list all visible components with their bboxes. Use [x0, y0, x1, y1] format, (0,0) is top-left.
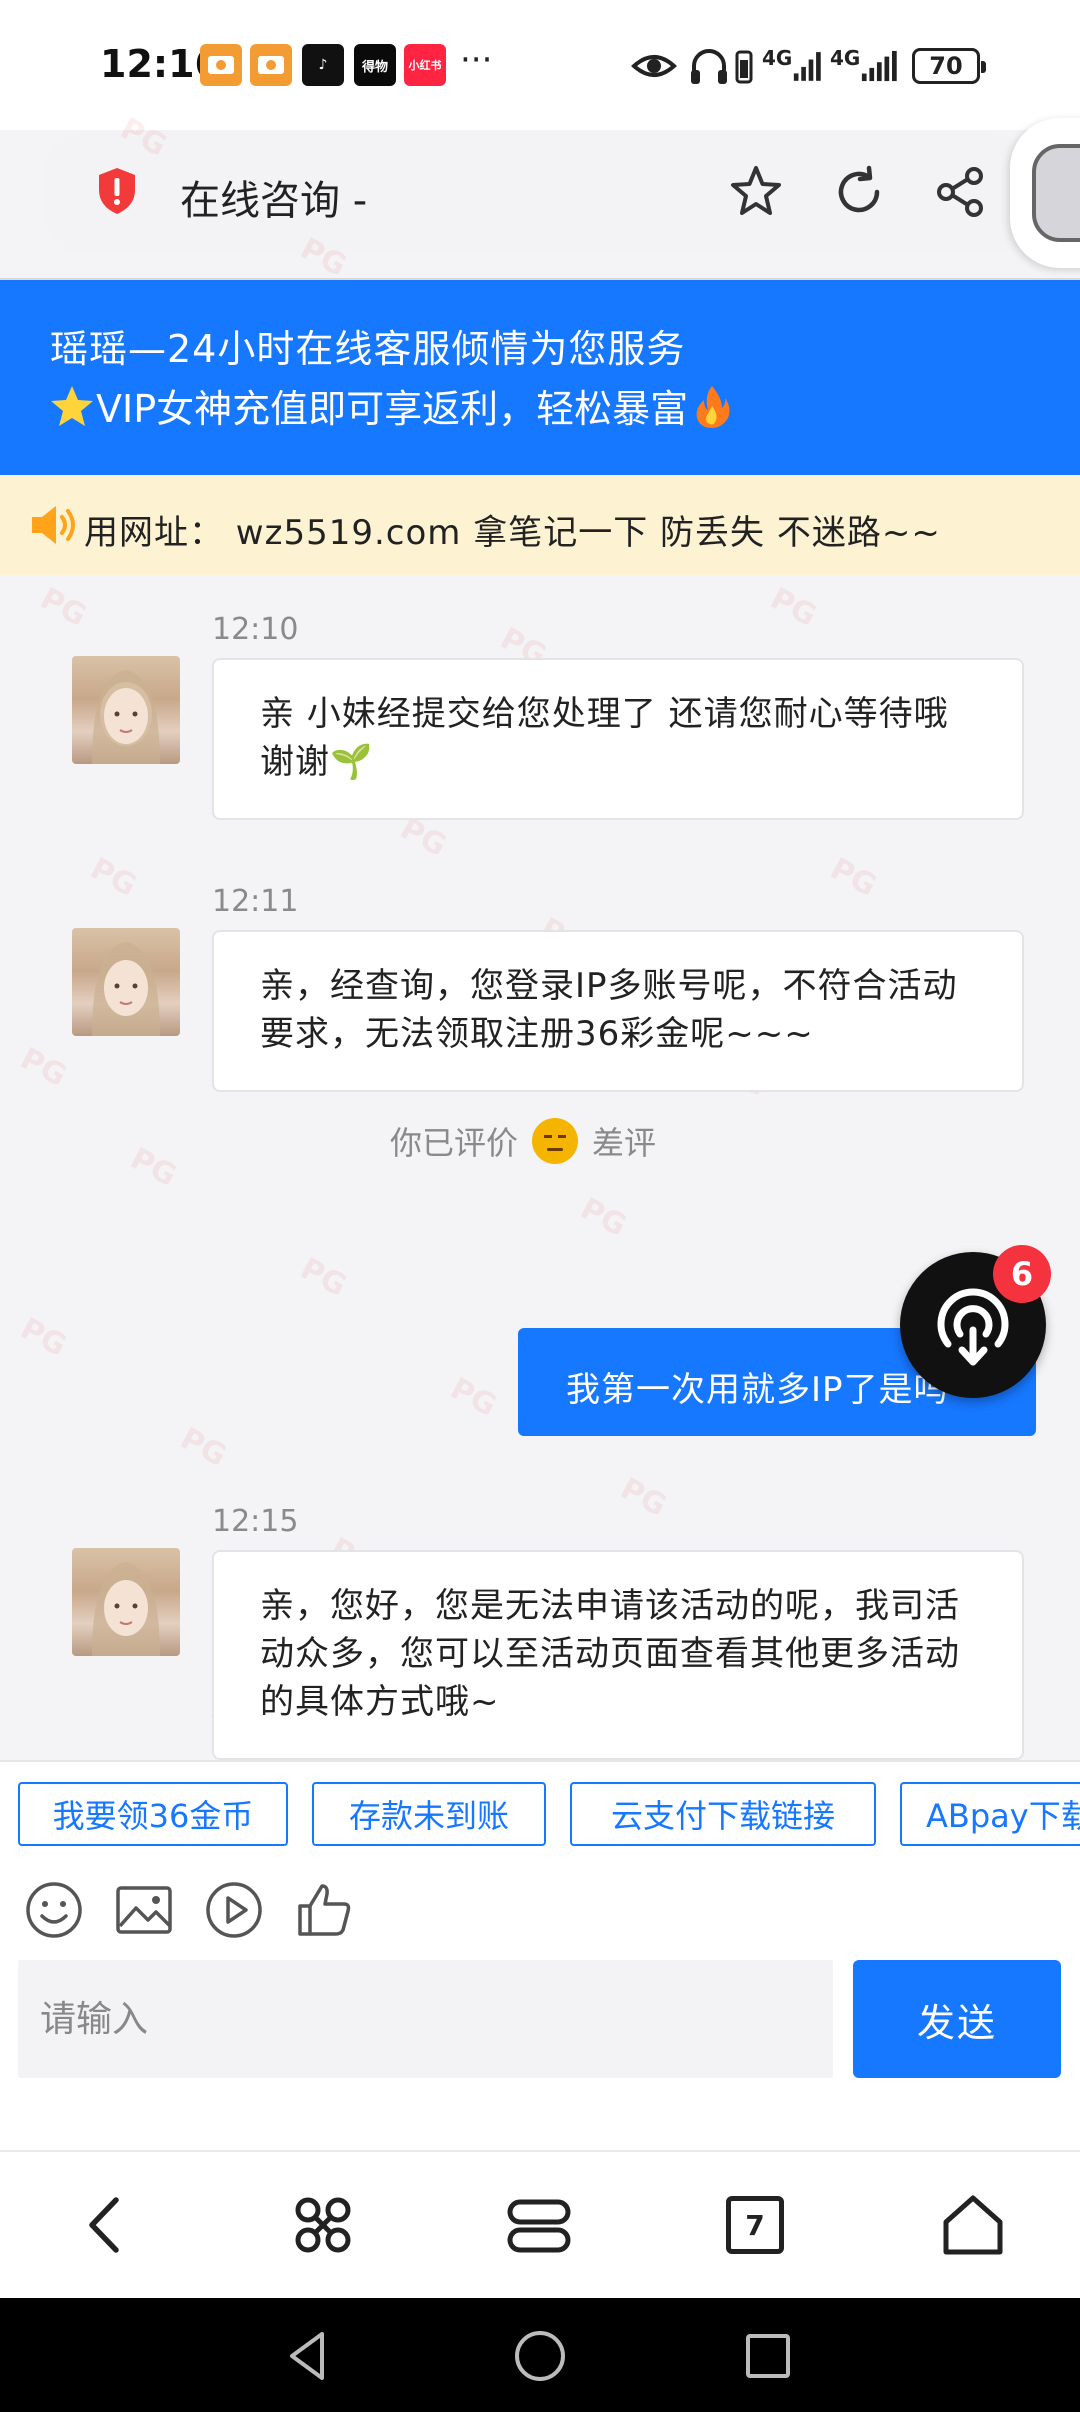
system-home-icon[interactable]: [510, 2326, 570, 2386]
watermark: PG: [444, 1371, 503, 1424]
unread-badge: 6: [993, 1245, 1051, 1303]
agent-message-bubble: 亲，您好，您是无法申请该活动的呢，我司活动众多，您可以至活动页面查看其他更多活动…: [212, 1550, 1024, 1760]
watermark: PG: [174, 1421, 233, 1474]
agent-avatar[interactable]: [72, 1548, 180, 1656]
rating-prefix: 你已评价: [390, 1124, 519, 1162]
rating-status: 你已评价 差评: [390, 1118, 656, 1164]
unhappy-face-icon: [532, 1118, 579, 1164]
watermark: PG: [824, 851, 883, 904]
banner-title: 瑶瑶—24小时在线客服倾情为您服务: [50, 327, 686, 371]
speaker-icon: [32, 506, 75, 544]
agent-message-bubble: 亲 小妹经提交给您处理了 还请您耐心等待哦谢谢🌱: [212, 658, 1024, 820]
watermark: PG: [34, 581, 93, 634]
watermark: PG: [764, 581, 823, 634]
notice-bar: 用网址： wz5519.com 拿笔记一下 防丢失 不迷路~~: [0, 475, 1080, 575]
watermark: PG: [614, 1471, 673, 1524]
agent-avatar[interactable]: [72, 656, 180, 764]
quick-reply-button[interactable]: 存款未到账: [312, 1782, 546, 1846]
watermark: PG: [574, 1191, 633, 1244]
message-input-row: 发送: [0, 1960, 1080, 2150]
browser-nav-bar: 7: [0, 2150, 1080, 2298]
system-nav-bar: [0, 2298, 1080, 2412]
signal-4g-icon: 4G: [762, 46, 822, 86]
dewu-icon: 得物: [354, 44, 396, 86]
notice-text: 用网址： wz5519.com 拿笔记一下 防丢失 不迷路~~: [84, 513, 941, 553]
agent-avatar[interactable]: [72, 928, 180, 1036]
emoji-icon[interactable]: [22, 1878, 86, 1942]
tiktok-icon: ♪: [302, 44, 344, 86]
quick-reply-button[interactable]: ABpay下载: [900, 1782, 1080, 1846]
watermark: PG: [124, 1141, 183, 1194]
eye-icon: [631, 55, 677, 77]
agent-message-bubble: 亲，经查询，您登录IP多账号呢，不符合活动要求，无法领取注册36彩金呢~~~: [212, 930, 1024, 1092]
share-icon[interactable]: [930, 162, 990, 222]
headphones-icon: [691, 49, 727, 84]
apps-icon[interactable]: [288, 2190, 358, 2260]
home-icon[interactable]: [938, 2190, 1008, 2260]
image-icon[interactable]: [112, 1878, 176, 1942]
send-button[interactable]: 发送: [853, 1960, 1061, 2078]
security-shield-icon[interactable]: [96, 166, 138, 216]
star-icon: [51, 385, 93, 426]
watermark: PG: [84, 851, 143, 904]
tabs-button[interactable]: 7: [726, 2196, 784, 2254]
app-notification-icon: [200, 44, 242, 86]
banner-subtitle-row: VIP女神充值即可享返利，轻松暴富: [48, 378, 736, 433]
watermark: PG: [294, 1251, 353, 1304]
app-notification-icon: [250, 44, 292, 86]
message-time: 12:15: [212, 1504, 299, 1539]
battery-saver-icon: [735, 50, 753, 84]
message-time: 12:10: [212, 612, 299, 647]
quick-reply-button[interactable]: 云支付下载链接: [570, 1782, 876, 1846]
fire-icon: [696, 385, 730, 428]
watermark: PG: [14, 1041, 73, 1094]
message-time: 12:11: [212, 884, 299, 919]
status-bar: 12:16 ♪ 得物 小红书 ··· 4G 4G 70: [0, 0, 1080, 130]
floating-assistant-button[interactable]: [1010, 118, 1080, 268]
refresh-icon[interactable]: [829, 162, 889, 222]
page-title[interactable]: 在线咨询 -: [180, 168, 367, 226]
xiaohongshu-icon: 小红书: [404, 44, 446, 86]
thumbs-up-icon[interactable]: [292, 1878, 356, 1942]
back-icon[interactable]: [72, 2190, 142, 2260]
address-bar[interactable]: 在线咨询 -: [46, 130, 1026, 254]
quick-reply-bar: 我要领36金币 存款未到账 云支付下载链接 ABpay下载: [0, 1760, 1080, 1860]
video-icon[interactable]: [202, 1878, 266, 1942]
system-back-icon[interactable]: [278, 2326, 338, 2386]
watermark: PG: [14, 1311, 73, 1364]
signal-4g-icon: 4G: [830, 46, 898, 86]
quick-reply-button[interactable]: 我要领36金币: [18, 1782, 288, 1846]
chat-toolbar: [0, 1860, 1080, 1960]
message-input[interactable]: [18, 1960, 833, 2078]
service-banner: 瑶瑶—24小时在线客服倾情为您服务 VIP女神充值即可享返利，轻松暴富: [0, 280, 1080, 475]
more-notifications-icon: ···: [460, 40, 493, 80]
menu-icon[interactable]: [504, 2190, 574, 2260]
chat-page: 12:16 ♪ 得物 小红书 ··· 4G 4G 70 在线咨询 - 瑶瑶—24…: [0, 0, 1080, 2412]
system-recents-icon[interactable]: [738, 2326, 798, 2386]
banner-subtitle: VIP女神充值即可享返利，轻松暴富: [96, 387, 689, 431]
battery-icon: 70: [912, 48, 986, 84]
rating-value: 差评: [592, 1124, 657, 1162]
bookmark-star-icon[interactable]: [726, 162, 786, 222]
